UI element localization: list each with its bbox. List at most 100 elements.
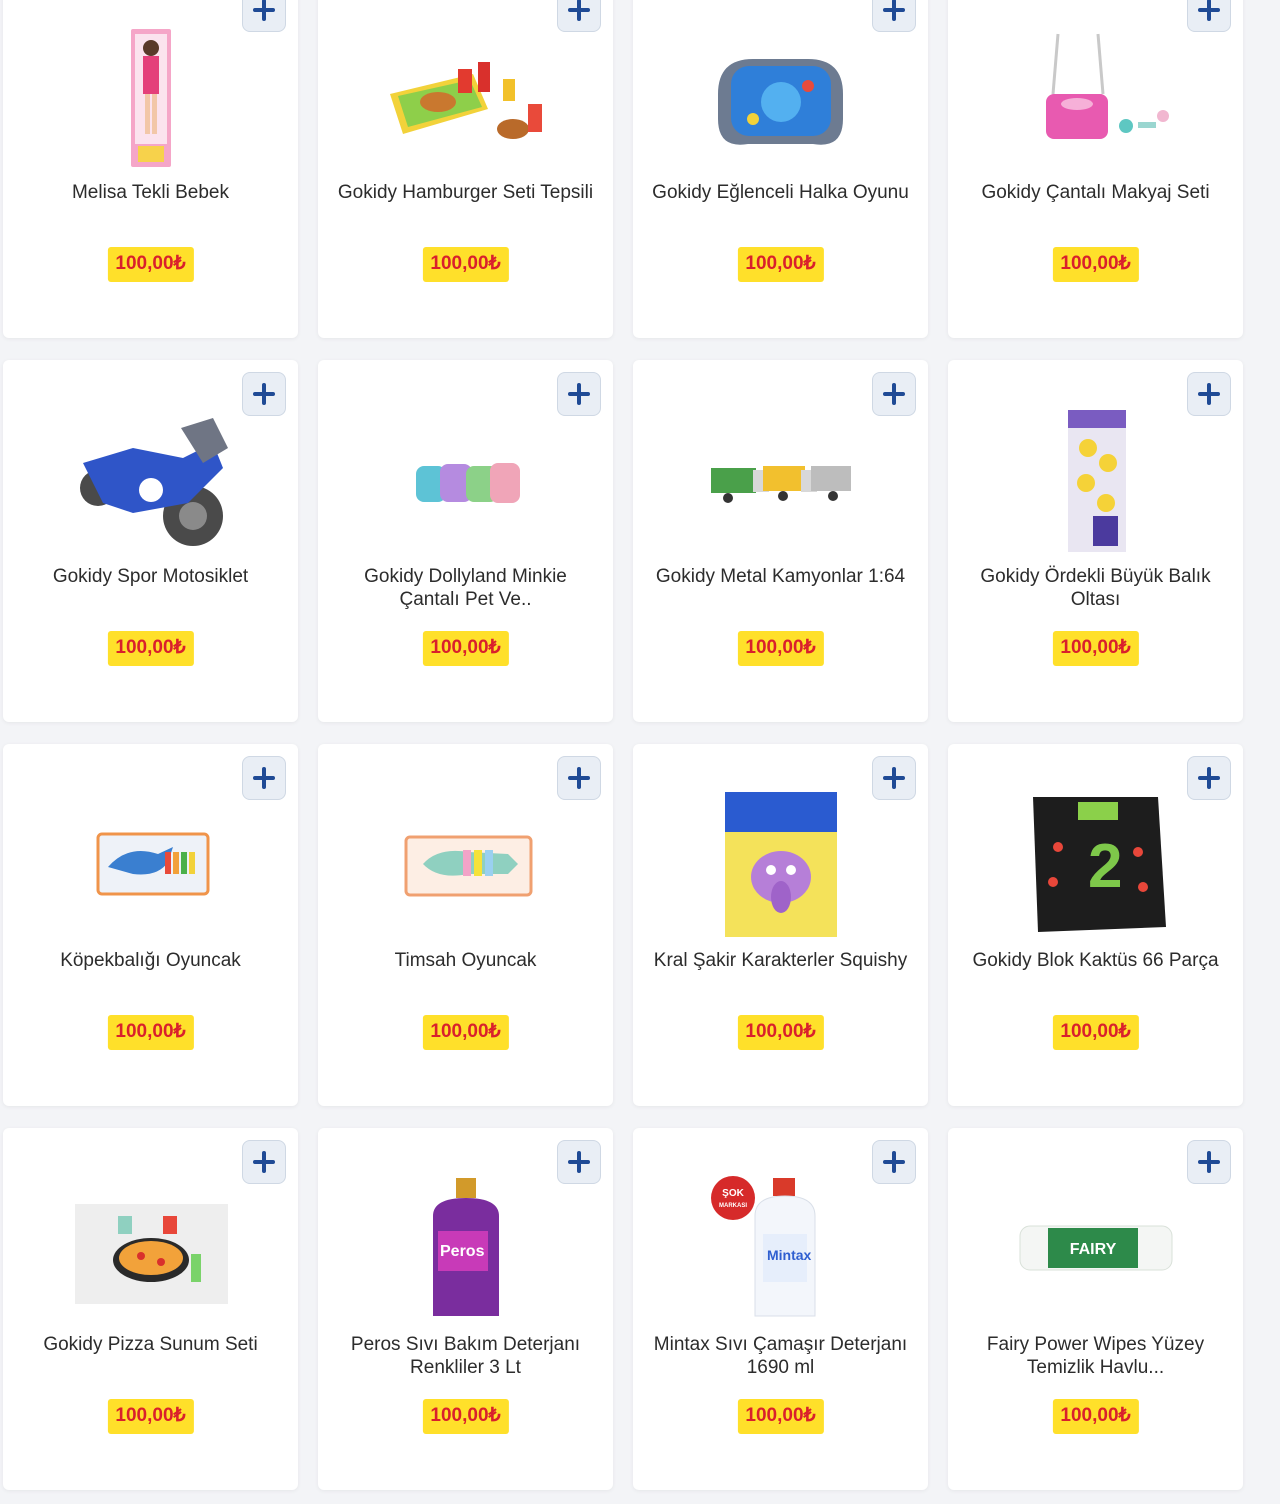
add-to-cart-button[interactable]	[242, 372, 286, 416]
product-card[interactable]: Gokidy Spor Motosiklet 100,00₺	[3, 360, 298, 722]
plus-icon	[883, 0, 905, 21]
product-image-crocodile-box[interactable]	[378, 792, 553, 937]
product-card[interactable]: 2 Gokidy Blok Kaktüs 66 Parça 100,00₺	[948, 744, 1243, 1106]
product-image-fairy-wipes[interactable]: FAIRY	[1008, 1176, 1183, 1321]
product-price: 100,00₺	[1052, 1399, 1139, 1434]
add-to-cart-button[interactable]	[557, 756, 601, 800]
product-price: 100,00₺	[107, 247, 194, 282]
add-to-cart-button[interactable]	[557, 372, 601, 416]
product-name[interactable]: Gokidy Dollyland Minkie Çantalı Pet Ve..	[336, 565, 595, 611]
product-name[interactable]: Gokidy Spor Motosiklet	[21, 565, 280, 588]
product-price: 100,00₺	[107, 631, 194, 666]
product-image-squishy-card[interactable]	[693, 792, 868, 937]
sok-badge-line2: MARKASI	[719, 1203, 747, 1209]
product-name[interactable]: Mintax Sıvı Çamaşır Deterjanı 1690 ml	[651, 1333, 910, 1379]
product-image-fishing-ducks[interactable]	[1008, 408, 1183, 553]
product-card[interactable]: Kral Şakir Karakterler Squishy 100,00₺	[633, 744, 928, 1106]
plus-icon	[883, 767, 905, 789]
add-to-cart-button[interactable]	[1187, 372, 1231, 416]
add-to-cart-button[interactable]	[242, 756, 286, 800]
product-image-pet-bags[interactable]	[378, 408, 553, 553]
product-name[interactable]: Gokidy Hamburger Seti Tepsili	[336, 181, 595, 204]
product-image-ring-game[interactable]	[693, 24, 868, 169]
plus-icon	[253, 1151, 275, 1173]
product-price: 100,00₺	[422, 1015, 509, 1050]
plus-icon	[1198, 0, 1220, 21]
add-to-cart-button[interactable]	[872, 372, 916, 416]
product-grid: Melisa Tekli Bebek 100,00₺ Gokidy Hambur…	[0, 0, 1243, 1490]
product-image-shark-box[interactable]	[63, 792, 238, 937]
product-card[interactable]: Gokidy Hamburger Seti Tepsili 100,00₺	[318, 0, 613, 338]
plus-icon	[568, 0, 590, 21]
product-image-motorcycle[interactable]	[63, 408, 238, 553]
product-price: 100,00₺	[1052, 1015, 1139, 1050]
product-price: 100,00₺	[422, 1399, 509, 1434]
product-card[interactable]: Gokidy Ördekli Büyük Balık Oltası 100,00…	[948, 360, 1243, 722]
product-price: 100,00₺	[737, 247, 824, 282]
product-card[interactable]: Timsah Oyuncak 100,00₺	[318, 744, 613, 1106]
product-name[interactable]: Gokidy Pizza Sunum Seti	[21, 1333, 280, 1356]
product-price: 100,00₺	[107, 1015, 194, 1050]
product-card[interactable]: Köpekbalığı Oyuncak 100,00₺	[3, 744, 298, 1106]
plus-icon	[568, 767, 590, 789]
product-image-mintax-bottle[interactable]: ŞOK MARKASI Mintax	[693, 1176, 868, 1321]
product-card[interactable]: Gokidy Çantalı Makyaj Seti 100,00₺	[948, 0, 1243, 338]
product-name[interactable]: Gokidy Metal Kamyonlar 1:64	[651, 565, 910, 588]
product-card[interactable]: Gokidy Metal Kamyonlar 1:64 100,00₺	[633, 360, 928, 722]
add-to-cart-button[interactable]	[242, 0, 286, 32]
product-image-peros-bottle[interactable]: Peros	[378, 1176, 553, 1321]
product-name[interactable]: Gokidy Çantalı Makyaj Seti	[966, 181, 1225, 204]
mintax-label-text: Mintax	[767, 1247, 812, 1263]
product-name[interactable]: Kral Şakir Karakterler Squishy	[651, 949, 910, 972]
product-image-burger-set[interactable]	[378, 24, 553, 169]
add-to-cart-button[interactable]	[557, 1140, 601, 1184]
plus-icon	[1198, 1151, 1220, 1173]
fairy-label-text: FAIRY	[1070, 1241, 1117, 1258]
product-name[interactable]: Timsah Oyuncak	[336, 949, 595, 972]
product-price: 100,00₺	[737, 631, 824, 666]
product-image-doll[interactable]	[63, 24, 238, 169]
product-card[interactable]: ŞOK MARKASI Mintax Mintax Sıvı Çamaşır D…	[633, 1128, 928, 1490]
sok-badge-line1: ŞOK	[722, 1188, 744, 1199]
product-card[interactable]: Gokidy Pizza Sunum Seti 100,00₺	[3, 1128, 298, 1490]
product-price: 100,00₺	[737, 1015, 824, 1050]
product-price: 100,00₺	[1052, 631, 1139, 666]
product-name[interactable]: Gokidy Blok Kaktüs 66 Parça	[966, 949, 1225, 972]
product-image-pizza-set[interactable]	[63, 1176, 238, 1321]
plus-icon	[253, 767, 275, 789]
add-to-cart-button[interactable]	[242, 1140, 286, 1184]
product-card[interactable]: Gokidy Eğlenceli Halka Oyunu 100,00₺	[633, 0, 928, 338]
add-to-cart-button[interactable]	[872, 0, 916, 32]
product-name[interactable]: Gokidy Eğlenceli Halka Oyunu	[651, 181, 910, 204]
product-card[interactable]: Melisa Tekli Bebek 100,00₺	[3, 0, 298, 338]
product-image-cactus-box[interactable]: 2	[1008, 792, 1183, 937]
product-name[interactable]: Köpekbalığı Oyuncak	[21, 949, 280, 972]
product-name[interactable]: Peros Sıvı Bakım Deterjanı Renkliler 3 L…	[336, 1333, 595, 1379]
product-name[interactable]: Fairy Power Wipes Yüzey Temizlik Havlu..…	[966, 1333, 1225, 1379]
add-to-cart-button[interactable]	[1187, 0, 1231, 32]
product-name[interactable]: Melisa Tekli Bebek	[21, 181, 280, 204]
product-price: 100,00₺	[107, 1399, 194, 1434]
product-price: 100,00₺	[1052, 247, 1139, 282]
product-card[interactable]: FAIRY Fairy Power Wipes Yüzey Temizlik H…	[948, 1128, 1243, 1490]
product-card[interactable]: Gokidy Dollyland Minkie Çantalı Pet Ve..…	[318, 360, 613, 722]
add-to-cart-button[interactable]	[872, 1140, 916, 1184]
product-name[interactable]: Gokidy Ördekli Büyük Balık Oltası	[966, 565, 1225, 611]
box-number-text: 2	[1088, 832, 1122, 901]
plus-icon	[883, 1151, 905, 1173]
plus-icon	[568, 383, 590, 405]
plus-icon	[253, 383, 275, 405]
plus-icon	[253, 0, 275, 21]
plus-icon	[883, 383, 905, 405]
add-to-cart-button[interactable]	[557, 0, 601, 32]
product-image-trucks[interactable]	[693, 408, 868, 553]
add-to-cart-button[interactable]	[1187, 756, 1231, 800]
plus-icon	[1198, 767, 1220, 789]
product-image-makeup-bag[interactable]	[1008, 24, 1183, 169]
add-to-cart-button[interactable]	[872, 756, 916, 800]
plus-icon	[1198, 383, 1220, 405]
product-card[interactable]: Peros Peros Sıvı Bakım Deterjanı Renklil…	[318, 1128, 613, 1490]
product-price: 100,00₺	[422, 631, 509, 666]
product-price: 100,00₺	[737, 1399, 824, 1434]
add-to-cart-button[interactable]	[1187, 1140, 1231, 1184]
